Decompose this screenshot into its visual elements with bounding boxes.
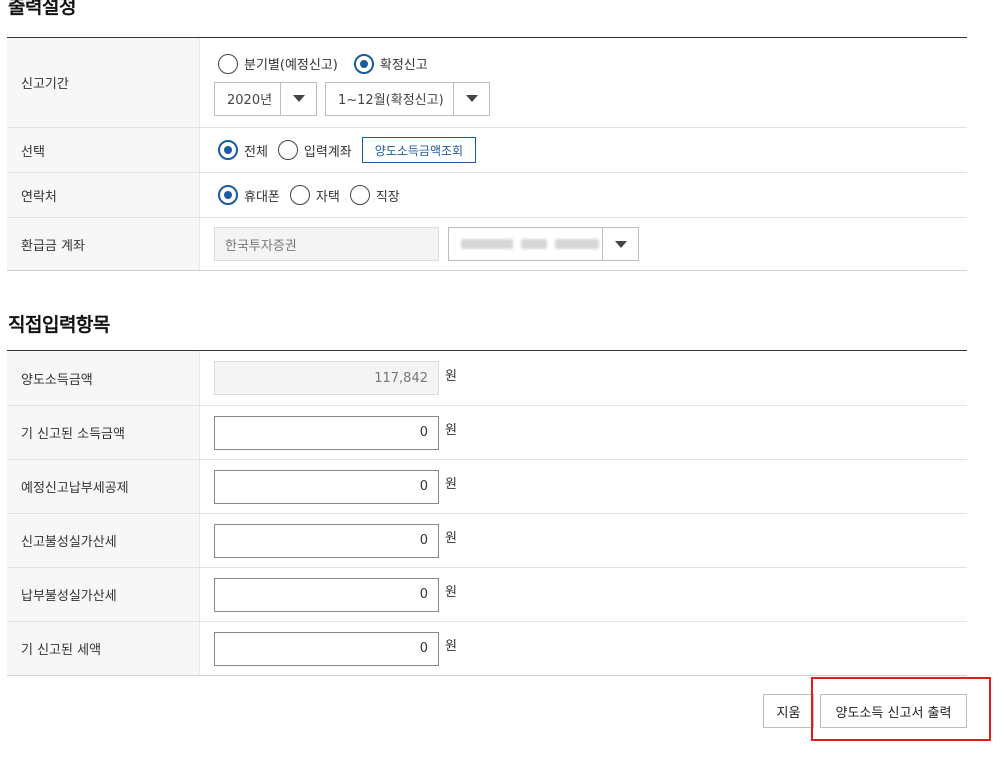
- direct-input-title: 직접입력항목: [8, 314, 110, 336]
- reported-tax-input[interactable]: 0: [214, 631, 439, 666]
- direct-input-row: 기 신고된 소득금액 0 원: [7, 405, 967, 459]
- radio-quarterly[interactable]: 분기별(예정신고): [218, 53, 338, 74]
- reported-income-label: 기 신고된 소득금액: [7, 406, 200, 459]
- selection-label: 선택: [7, 128, 200, 172]
- unit-label: 원: [445, 585, 457, 600]
- transfer-income-label: 양도소득금액: [7, 351, 200, 405]
- direct-input-row: 예정신고납부세공제 0 원: [7, 459, 967, 513]
- refund-account-select[interactable]: [448, 227, 639, 261]
- chevron-down-icon[interactable]: [602, 228, 638, 260]
- radio-mobile-label: 휴대폰: [244, 189, 280, 205]
- refund-account-label: 환급금 계좌: [7, 218, 200, 270]
- radio-all[interactable]: 전체: [218, 140, 268, 160]
- lookup-transfer-income-button[interactable]: 양도소득금액조회: [361, 137, 477, 163]
- direct-input-table: 양도소득금액 117,842 원 기 신고된 소득금액 0 원 예정신고납부세공…: [7, 350, 967, 676]
- report-penalty-input[interactable]: 0: [214, 523, 439, 558]
- contact-row: 연락처 휴대폰 자택 직장: [7, 172, 967, 217]
- radio-final[interactable]: 확정신고: [353, 53, 428, 74]
- year-select-value: 2020년: [227, 93, 273, 108]
- unit-label: 원: [445, 639, 457, 654]
- radio-input-account[interactable]: 입력계좌: [277, 140, 352, 160]
- radio-mobile[interactable]: 휴대폰: [218, 185, 280, 205]
- payment-penalty-input[interactable]: 0: [214, 577, 439, 612]
- unit-label: 원: [445, 368, 457, 384]
- direct-input-row: 신고불성실가산세 0 원: [7, 513, 967, 567]
- unit-label: 원: [445, 477, 457, 492]
- radio-final-circle: [353, 53, 374, 74]
- refund-account-masked-value: [449, 228, 602, 260]
- unit-label: 원: [445, 423, 457, 438]
- prepaid-deduction-input[interactable]: 0: [214, 469, 439, 504]
- output-settings-title: 출력설정: [8, 0, 76, 18]
- radio-mobile-circle: [218, 185, 238, 205]
- direct-input-row: 납부불성실가산세 0 원: [7, 567, 967, 621]
- radio-work-circle: [349, 185, 370, 205]
- radio-home-circle: [289, 185, 310, 205]
- transfer-income-field: 117,842: [214, 361, 439, 395]
- radio-quarterly-circle: [218, 53, 238, 74]
- reported-tax-label: 기 신고된 세액: [7, 622, 200, 675]
- contact-label: 연락처: [7, 173, 200, 217]
- reported-income-input[interactable]: 0: [214, 415, 439, 450]
- direct-input-row: 양도소득금액 117,842 원: [7, 351, 967, 405]
- radio-quarterly-label: 분기별(예정신고): [244, 58, 338, 73]
- radio-home-label: 자택: [315, 189, 340, 205]
- refund-bank-field: 한국투자증권: [214, 227, 439, 261]
- selection-row: 선택 전체 입력계좌 양도소득금액조회: [7, 127, 967, 172]
- report-period-label: 신고기간: [7, 38, 200, 127]
- month-select-value: 1~12월(확정신고): [338, 93, 444, 108]
- radio-home[interactable]: 자택: [289, 185, 340, 205]
- print-button-highlight: [811, 677, 991, 741]
- report-period-row: 신고기간 분기별(예정신고) 확정신고 2020년 1~12월(확정신고): [7, 38, 967, 127]
- refund-account-row: 환급금 계좌 한국투자증권: [7, 217, 967, 270]
- output-settings-table: 신고기간 분기별(예정신고) 확정신고 2020년 1~12월(확정신고) 선택…: [7, 37, 967, 271]
- direct-input-row: 기 신고된 세액 0 원: [7, 621, 967, 675]
- report-penalty-label: 신고불성실가산세: [7, 514, 200, 567]
- chevron-down-icon[interactable]: [280, 82, 316, 115]
- radio-work[interactable]: 직장: [349, 185, 400, 205]
- radio-input-account-circle: [277, 140, 298, 160]
- chevron-down-icon[interactable]: [453, 82, 489, 115]
- year-select[interactable]: 2020년: [214, 81, 317, 116]
- payment-penalty-label: 납부불성실가산세: [7, 568, 200, 621]
- unit-label: 원: [445, 531, 457, 546]
- month-select[interactable]: 1~12월(확정신고): [325, 81, 490, 116]
- radio-final-label: 확정신고: [379, 58, 428, 73]
- radio-input-account-label: 입력계좌: [303, 144, 352, 160]
- radio-all-label: 전체: [244, 144, 268, 160]
- prepaid-deduction-label: 예정신고납부세공제: [7, 460, 200, 513]
- clear-button[interactable]: 지움: [763, 694, 814, 728]
- radio-all-circle: [218, 140, 238, 160]
- radio-work-label: 직장: [375, 189, 400, 205]
